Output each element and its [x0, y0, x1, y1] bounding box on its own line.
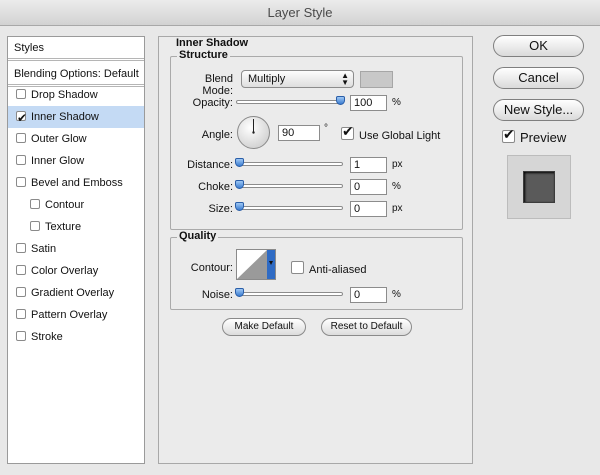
opacity-unit: %	[392, 97, 401, 108]
style-item-drop-shadow[interactable]: Drop Shadow	[8, 84, 144, 106]
choke-unit: %	[392, 181, 401, 192]
angle-label: Angle:	[201, 129, 233, 141]
contour-checkbox[interactable]	[30, 199, 40, 209]
preview-label: Preview	[520, 130, 567, 145]
style-item-pattern-overlay[interactable]: Pattern Overlay	[8, 304, 144, 326]
style-item-label: Gradient Overlay	[31, 287, 115, 299]
distance-slider[interactable]	[236, 162, 343, 166]
distance-label: Distance:	[187, 159, 233, 171]
reset-to-default-button[interactable]: Reset to Default	[321, 318, 412, 336]
choke-input[interactable]: 0	[350, 179, 387, 195]
blend-mode-label: Blend Mode:	[202, 73, 233, 97]
contour-picker[interactable]	[236, 249, 276, 280]
preview-thumbnail	[507, 155, 571, 219]
style-item-label: Contour	[45, 199, 85, 211]
quality-label: Quality	[177, 230, 219, 242]
texture-checkbox[interactable]	[30, 221, 40, 231]
window-title: Layer Style	[267, 5, 333, 20]
size-label: Size:	[208, 203, 233, 215]
satin-checkbox[interactable]	[16, 243, 26, 253]
style-item-outer-glow[interactable]: Outer Glow	[8, 128, 144, 150]
opacity-slider-thumb[interactable]	[336, 96, 345, 105]
inner-shadow-panel: Inner Shadow Structure Blend Mode: Multi…	[158, 36, 473, 464]
pattern-overlay-checkbox[interactable]	[16, 309, 26, 319]
style-item-color-overlay[interactable]: Color Overlay	[8, 260, 144, 282]
style-item-inner-glow[interactable]: Inner Glow	[8, 150, 144, 172]
styles-header[interactable]: Styles	[8, 37, 144, 61]
size-slider[interactable]	[236, 206, 343, 210]
distance-input[interactable]: 1	[350, 157, 387, 173]
style-item-label: Inner Shadow	[31, 111, 99, 123]
opacity-label: Opacity:	[192, 97, 233, 109]
use-global-light-option[interactable]: Use Global Light	[341, 123, 441, 142]
structure-label: Structure	[177, 49, 230, 61]
blend-mode-select[interactable]: Multiply ▲ ▼	[241, 70, 354, 88]
style-item-label: Pattern Overlay	[31, 309, 108, 321]
style-item-label: Inner Glow	[31, 155, 85, 167]
styles-list: Styles Blending Options: Default Drop Sh…	[7, 36, 145, 464]
outer-glow-checkbox[interactable]	[16, 133, 26, 143]
angle-dial-icon	[237, 116, 270, 149]
noise-input[interactable]: 0	[350, 287, 387, 303]
style-item-gradient-overlay[interactable]: Gradient Overlay	[8, 282, 144, 304]
noise-unit: %	[392, 289, 401, 300]
shadow-color-swatch[interactable]	[360, 71, 393, 88]
angle-unit: °	[324, 123, 328, 134]
color-overlay-checkbox[interactable]	[16, 265, 26, 275]
style-item-bevel-emboss[interactable]: Bevel and Emboss	[8, 172, 144, 194]
choke-slider[interactable]	[236, 184, 343, 188]
anti-aliased-option[interactable]: Anti-aliased	[291, 261, 366, 276]
noise-label: Noise:	[201, 289, 233, 301]
bevel-emboss-checkbox[interactable]	[16, 177, 26, 187]
noise-slider-thumb[interactable]	[235, 288, 244, 297]
style-item-label: Satin	[31, 243, 57, 255]
style-item-label: Bevel and Emboss	[31, 177, 123, 189]
contour-preview-icon	[236, 249, 276, 280]
style-item-label: Texture	[45, 221, 82, 233]
choke-label: Choke:	[198, 181, 233, 193]
style-item-inner-shadow[interactable]: Inner Shadow	[8, 106, 144, 129]
distance-unit: px	[392, 159, 403, 170]
size-slider-thumb[interactable]	[235, 202, 244, 211]
blend-mode-value: Multiply	[248, 73, 286, 85]
noise-slider[interactable]	[236, 292, 343, 296]
angle-input[interactable]: 90	[278, 125, 320, 141]
preview-option[interactable]: Preview	[502, 126, 567, 145]
stroke-checkbox[interactable]	[16, 331, 26, 341]
cancel-button[interactable]: Cancel	[493, 67, 584, 89]
style-item-texture[interactable]: Texture	[8, 216, 144, 238]
style-item-label: Outer Glow	[31, 133, 87, 145]
use-global-light-checkbox[interactable]	[341, 123, 354, 140]
preview-swatch	[523, 171, 555, 203]
size-unit: px	[392, 203, 403, 214]
panel-title: Inner Shadow	[176, 37, 249, 49]
opacity-input[interactable]: 100	[350, 95, 387, 111]
anti-aliased-label: Anti-aliased	[309, 264, 367, 276]
style-item-satin[interactable]: Satin	[8, 238, 144, 260]
choke-slider-thumb[interactable]	[235, 180, 244, 189]
contour-label: Contour:	[190, 262, 233, 274]
ok-button[interactable]: OK	[493, 35, 584, 57]
style-item-label: Stroke	[31, 331, 63, 343]
style-item-label: Drop Shadow	[31, 89, 98, 101]
make-default-button[interactable]: Make Default	[222, 318, 306, 336]
size-input[interactable]: 0	[350, 201, 387, 217]
angle-dial[interactable]	[236, 115, 271, 150]
inner-glow-checkbox[interactable]	[16, 155, 26, 165]
style-item-stroke[interactable]: Stroke	[8, 326, 144, 348]
drop-shadow-checkbox[interactable]	[16, 89, 26, 99]
preview-checkbox[interactable]	[502, 126, 515, 143]
anti-aliased-checkbox[interactable]	[291, 261, 304, 274]
use-global-light-label: Use Global Light	[359, 130, 441, 142]
gradient-overlay-checkbox[interactable]	[16, 287, 26, 297]
style-item-label: Color Overlay	[31, 265, 99, 277]
new-style-button[interactable]: New Style...	[493, 99, 584, 121]
opacity-slider[interactable]	[236, 100, 343, 104]
select-arrows-icon: ▲ ▼	[341, 71, 349, 87]
window-title-bar: Layer Style	[0, 0, 600, 26]
style-item-contour[interactable]: Contour	[8, 194, 144, 216]
inner-shadow-checkbox[interactable]	[16, 107, 27, 129]
distance-slider-thumb[interactable]	[235, 158, 244, 167]
